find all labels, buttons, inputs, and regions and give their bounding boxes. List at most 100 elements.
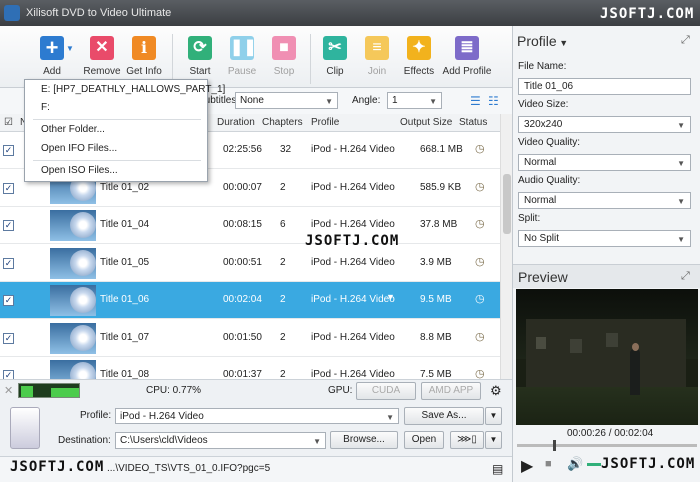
get-info-label: Get Info xyxy=(126,66,162,77)
row-profile[interactable]: iPod - H.264 Video xyxy=(311,332,395,343)
status-path: ...\VIDEO_TS\VTS_01_0.IFO?pgc=5 xyxy=(107,463,271,474)
save-as-dropdown[interactable]: ▼ xyxy=(485,407,502,425)
chevron-down-icon: ▼ xyxy=(556,38,569,48)
browse-label: Browse... xyxy=(343,434,385,445)
stop-button[interactable]: ■ Stop xyxy=(258,36,310,84)
header-profile[interactable]: Profile xyxy=(311,117,339,128)
log-icon[interactable]: ▤ xyxy=(492,462,503,476)
row-checkbox[interactable]: ✓ xyxy=(3,145,14,156)
table-row[interactable]: ✓ Title 01_04 00:08:15 6 iPod - H.264 Video 3… xyxy=(0,207,500,244)
header-duration[interactable]: Duration xyxy=(217,117,255,128)
angle-label: Angle: xyxy=(352,95,381,106)
scrollbar-thumb[interactable] xyxy=(503,174,511,234)
row-output-size: 8.8 MB xyxy=(420,331,452,343)
amd-app-label: AMD APP xyxy=(428,385,474,396)
volume-slider[interactable] xyxy=(587,463,601,466)
transfer-dropdown[interactable]: ▼ xyxy=(485,431,502,449)
row-duration: 00:01:50 xyxy=(223,331,262,343)
profile-select[interactable]: iPod - H.264 Video ▼ xyxy=(115,408,399,424)
video-size-value: 320x240 xyxy=(524,119,563,130)
open-label: Open xyxy=(411,434,437,445)
row-checkbox[interactable]: ✓ xyxy=(3,332,14,344)
audio-quality-select[interactable]: Normal ▼ xyxy=(518,192,691,209)
transfer-device-icon: ⋙▯ xyxy=(457,434,477,445)
table-row[interactable]: ✓ Title 01_05 00:00:51 2 iPod - H.264 Video 3… xyxy=(0,245,500,282)
profile-label: Profile: xyxy=(80,410,112,421)
row-duration: 00:01:37 xyxy=(223,369,262,379)
seek-handle[interactable] xyxy=(553,440,556,451)
row-profile[interactable]: iPod - H.264 Video xyxy=(311,294,395,305)
settings-gear-icon[interactable]: ⚙ xyxy=(490,383,502,399)
save-as-button[interactable]: Save As... xyxy=(404,407,484,425)
dvd-thumbnail xyxy=(50,285,96,316)
open-button[interactable]: Open xyxy=(404,431,444,449)
get-info-button[interactable]: i Get Info xyxy=(118,36,170,84)
cpu-graph xyxy=(18,383,80,398)
row-profile[interactable]: iPod - H.264 Video xyxy=(311,182,395,193)
stop-preview-icon[interactable]: ■ xyxy=(545,458,552,470)
header-checkbox-icon[interactable]: ☑ xyxy=(4,117,13,128)
angle-select[interactable]: 1 ▼ xyxy=(387,92,442,109)
subtitles-select[interactable]: None ▼ xyxy=(235,92,338,109)
destination-input[interactable]: C:\Users\cld\Videos ▼ xyxy=(115,432,326,449)
status-clock-icon: ◷ xyxy=(475,368,485,379)
cuda-button[interactable]: CUDA xyxy=(356,382,416,400)
file-list-scrollbar[interactable] xyxy=(500,114,512,379)
play-icon[interactable]: ▶ xyxy=(521,456,533,476)
row-checkbox[interactable]: ✓ xyxy=(3,220,14,231)
transfer-button[interactable]: ⋙▯ xyxy=(450,431,484,449)
expand-preview-icon[interactable]: ⤢ xyxy=(681,270,690,283)
video-size-select[interactable]: 320x240 ▼ xyxy=(518,116,691,133)
row-profile[interactable]: iPod - H.264 Video xyxy=(311,144,395,155)
dvd-thumbnail xyxy=(50,322,96,354)
stop-label: Stop xyxy=(273,66,295,77)
header-output-size[interactable]: Output Size xyxy=(400,117,452,128)
browse-button[interactable]: Browse... xyxy=(330,431,398,449)
detail-view-icon[interactable]: ☷ xyxy=(488,94,499,108)
info-icon: i xyxy=(132,36,156,60)
table-row[interactable]: ✓ Title 01_08 00:01:37 2 iPod - H.264 Video 7… xyxy=(0,357,500,379)
table-row[interactable]: ✓ Title 01_06 00:02:04 2 iPod - H.264 Video 9… xyxy=(0,282,500,319)
row-profile[interactable]: iPod - H.264 Video xyxy=(311,257,395,268)
menu-item-open-iso[interactable]: Open ISO Files... xyxy=(41,165,118,176)
list-view-icon[interactable]: ☰ xyxy=(470,94,481,108)
status-bar: JSOFTJ.COM ...\VIDEO_TS\VTS_01_0.IFO?pgc… xyxy=(0,456,512,482)
expand-panel-icon[interactable]: ⤢ xyxy=(681,34,690,47)
header-chapters[interactable]: Chapters xyxy=(262,117,303,128)
add-dropdown-arrow-icon[interactable]: ▼ xyxy=(66,44,74,53)
preview-seek-bar[interactable] xyxy=(517,440,697,451)
menu-item-open-ifo[interactable]: Open IFO Files... xyxy=(41,143,117,154)
menu-item-other-folder[interactable]: Other Folder... xyxy=(41,124,105,135)
profile-panel-title[interactable]: Profile ▼ xyxy=(517,33,568,49)
output-settings: Profile: iPod - H.264 Video ▼ Save As... … xyxy=(0,401,512,456)
effects-button[interactable]: ✦ Effects xyxy=(393,36,445,84)
status-clock-icon: ◷ xyxy=(475,255,485,268)
volume-icon[interactable]: 🔊 xyxy=(567,456,583,472)
menu-item-drive-f[interactable]: F: xyxy=(41,102,50,113)
effects-wand-icon: ✦ xyxy=(407,36,431,60)
row-profile[interactable]: iPod - H.264 Video xyxy=(311,219,395,230)
chevron-down-icon: ▼ xyxy=(489,435,498,444)
row-title: Title 01_04 xyxy=(100,219,150,230)
row-checkbox[interactable]: ✓ xyxy=(3,370,14,379)
row-chapters: 2 xyxy=(280,331,286,343)
menu-item-drive-e[interactable]: E: [HP7_DEATHLY_HALLOWS_PART_1] xyxy=(41,84,225,95)
file-name-input[interactable]: Title 01_06 xyxy=(518,78,691,95)
table-row[interactable]: ✓ Title 01_07 00:01:50 2 iPod - H.264 Video 8… xyxy=(0,320,500,357)
row-checkbox[interactable]: ✓ xyxy=(3,295,14,306)
row-checkbox[interactable]: ✓ xyxy=(3,182,14,194)
profile-dropdown-icon[interactable]: ▼ xyxy=(386,292,395,302)
audio-quality-value: Normal xyxy=(524,195,557,206)
row-profile[interactable]: iPod - H.264 Video xyxy=(311,369,395,379)
close-graph-icon[interactable]: ✕ xyxy=(4,384,13,397)
video-quality-select[interactable]: Normal ▼ xyxy=(518,154,691,171)
row-chapters: 2 xyxy=(280,256,286,268)
add-label: Add xyxy=(43,66,61,77)
add-profile-button[interactable]: ≣ Add Profile xyxy=(441,36,493,84)
header-status[interactable]: Status xyxy=(459,117,487,128)
row-checkbox[interactable]: ✓ xyxy=(3,257,14,269)
row-output-size: 585.9 KB xyxy=(420,181,462,193)
amd-app-button[interactable]: AMD APP xyxy=(421,382,481,400)
split-select[interactable]: No Split ▼ xyxy=(518,230,691,247)
row-title: Title 01_05 xyxy=(100,256,150,268)
